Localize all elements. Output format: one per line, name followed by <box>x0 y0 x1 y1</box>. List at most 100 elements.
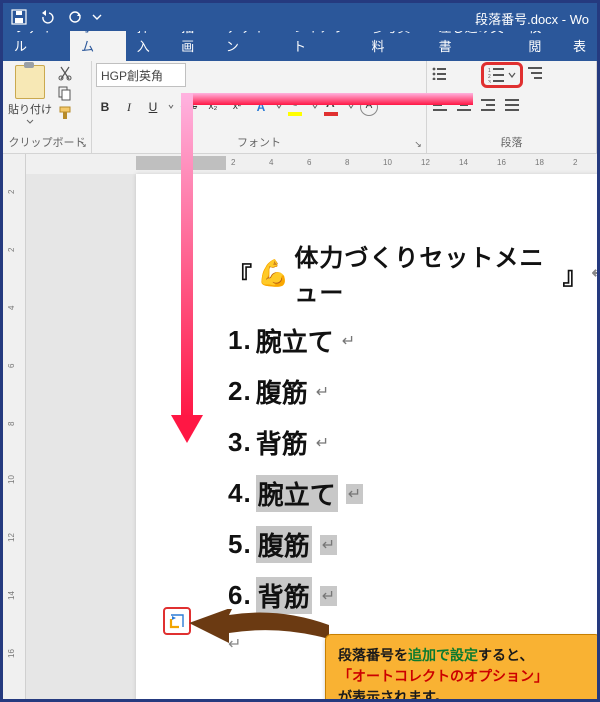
workspace: 2246810121416 246810121416182 『 💪 体力づくりセ… <box>3 154 597 699</box>
enclose-characters-button[interactable]: A <box>360 98 378 116</box>
list-text-selected: 腹筋 <box>256 526 312 563</box>
horizontal-ruler: 246810121416182 <box>26 154 597 175</box>
flexed-biceps-icon: 💪 <box>257 258 290 289</box>
redo-icon[interactable] <box>63 5 87 29</box>
underline-button[interactable]: U <box>144 98 162 116</box>
list-text: 背筋 <box>256 424 308 461</box>
dialog-launcher-clipboard[interactable]: ↘ <box>77 139 89 151</box>
ruler-tick: 12 <box>7 533 16 542</box>
numbering-button-highlighted[interactable]: 1 2 3 <box>481 62 523 88</box>
ruler-tick: 6 <box>307 158 311 167</box>
chevron-down-icon <box>26 119 34 125</box>
vertical-ruler: 2 2 4 6 8 10 12 14 16 <box>3 154 26 699</box>
callout-pointer <box>189 609 329 641</box>
text-effects-button[interactable]: A <box>252 98 270 116</box>
doc-title-line[interactable]: 『 💪 体力づくりセットメニュー 』 ↵ <box>228 238 597 308</box>
paragraph-mark: ↵ <box>320 586 337 606</box>
chevron-down-icon[interactable] <box>276 104 282 110</box>
ruler-tick: 14 <box>7 591 16 600</box>
cut-icon[interactable] <box>57 65 73 81</box>
ruler-tick: 2 <box>7 190 16 194</box>
list-number: 6. <box>228 580 252 611</box>
format-painter-icon[interactable] <box>57 105 73 121</box>
autocorrect-options-smarttag[interactable] <box>163 607 191 635</box>
bold-button[interactable]: B <box>96 98 114 116</box>
ruler-tick: 12 <box>421 158 430 167</box>
customize-qat-icon[interactable] <box>91 5 103 29</box>
ruler-tick: 8 <box>345 158 349 167</box>
group-paragraph: 1 2 3 <box>427 61 597 153</box>
title-text: 体力づくりセットメニュー <box>294 238 558 308</box>
ruler-tick: 2 <box>7 248 16 252</box>
list-item[interactable]: 3. 背筋 ↵ <box>228 424 597 461</box>
list-item[interactable]: 4. 腕立て ↵ <box>228 475 597 512</box>
ruler-tick: 10 <box>383 158 392 167</box>
align-left-button[interactable] <box>431 98 449 116</box>
explanation-callout: 段落番号を追加で設定すると、 「オートコレクトのオプション」 が表示されます。 <box>325 634 597 699</box>
group-paragraph-label: 段落 <box>431 132 592 153</box>
paste-button[interactable]: 貼り付け <box>7 63 53 125</box>
ruler-tick: 6 <box>7 364 16 368</box>
callout-line2: 「オートコレクトのオプション」 <box>338 668 548 684</box>
ruler-tick: 2 <box>231 158 235 167</box>
ruler-tick: 16 <box>497 158 506 167</box>
strikethrough-button[interactable]: abc <box>180 98 198 116</box>
ruler-tick: 8 <box>7 422 16 426</box>
align-right-button[interactable] <box>479 98 497 116</box>
ruler-margin-indicator <box>136 156 226 170</box>
chevron-down-icon <box>508 71 516 79</box>
document-body[interactable]: 『 💪 体力づくりセットメニュー 』 ↵ 1. 腕立て ↵ 2. <box>136 238 597 654</box>
list-text: 腕立て <box>256 322 334 359</box>
paragraph-mark: ↵ <box>316 382 329 402</box>
svg-text:3: 3 <box>488 80 491 83</box>
highlight-color-button[interactable]: ✎ <box>288 98 306 116</box>
ruler-tick: 14 <box>459 158 468 167</box>
list-number: 3. <box>228 427 252 458</box>
ruler-tick: 2 <box>573 158 577 167</box>
list-number: 4. <box>228 478 252 509</box>
chevron-down-icon[interactable] <box>168 104 174 110</box>
group-clipboard-label: クリップボード <box>7 132 87 153</box>
callout-line1b: 追加で設定 <box>408 647 478 663</box>
title-close-bracket: 』 <box>563 256 588 291</box>
font-family-combo[interactable]: HGP創英角 <box>96 63 186 87</box>
justify-button[interactable] <box>503 98 521 116</box>
copy-icon[interactable] <box>57 85 73 101</box>
list-item[interactable]: 1. 腕立て ↵ <box>228 322 597 359</box>
font-color-button[interactable]: A <box>324 98 342 116</box>
group-font: HGP創英角 B I U abc x₂ x² A ✎ <box>92 61 427 153</box>
word-window: 段落番号.docx - Wo ファイル ホーム 挿入 描画 デザイン レイアウト… <box>0 0 600 702</box>
list-item[interactable]: 2. 腹筋 ↵ <box>228 373 597 410</box>
ribbon-tabs: ファイル ホーム 挿入 描画 デザイン レイアウト 参考資料 差し込み文書 校閲… <box>3 31 597 61</box>
align-center-button[interactable] <box>455 98 473 116</box>
subscript-button[interactable]: x₂ <box>204 98 222 116</box>
ruler-tick: 4 <box>7 306 16 310</box>
ruler-tick: 16 <box>7 649 16 658</box>
paragraph-mark: ↵ <box>342 331 355 351</box>
callout-line3: が表示されます。 <box>338 689 449 699</box>
chevron-down-icon[interactable] <box>348 104 354 110</box>
numbering-icon: 1 2 3 <box>488 67 506 83</box>
bullets-button[interactable] <box>431 66 449 84</box>
list-number: 1. <box>228 325 252 356</box>
list-item[interactable]: 5. 腹筋 ↵ <box>228 526 597 563</box>
tab-view[interactable]: 表 <box>562 30 597 61</box>
paragraph-mark: ↵ <box>320 535 337 555</box>
dialog-launcher-font[interactable]: ↘ <box>412 139 424 151</box>
group-clipboard: 貼り付け クリップボード ↘ <box>3 61 92 153</box>
save-icon[interactable] <box>7 5 31 29</box>
paragraph-mark: ↵ <box>592 263 597 283</box>
document-title: 段落番号.docx - Wo <box>475 9 589 28</box>
font-family-value: HGP創英角 <box>101 67 163 84</box>
group-font-label: フォント <box>96 132 422 153</box>
paragraph-mark: ↵ <box>346 484 363 504</box>
list-text-selected: 腕立て <box>256 475 338 512</box>
superscript-button[interactable]: x² <box>228 98 246 116</box>
clipboard-icon <box>15 65 45 99</box>
ruler-tick: 10 <box>7 475 16 484</box>
list-number: 2. <box>228 376 252 407</box>
italic-button[interactable]: I <box>120 98 138 116</box>
undo-icon[interactable] <box>35 5 59 29</box>
chevron-down-icon[interactable] <box>312 104 318 110</box>
multilevel-list-button[interactable] <box>527 66 545 84</box>
